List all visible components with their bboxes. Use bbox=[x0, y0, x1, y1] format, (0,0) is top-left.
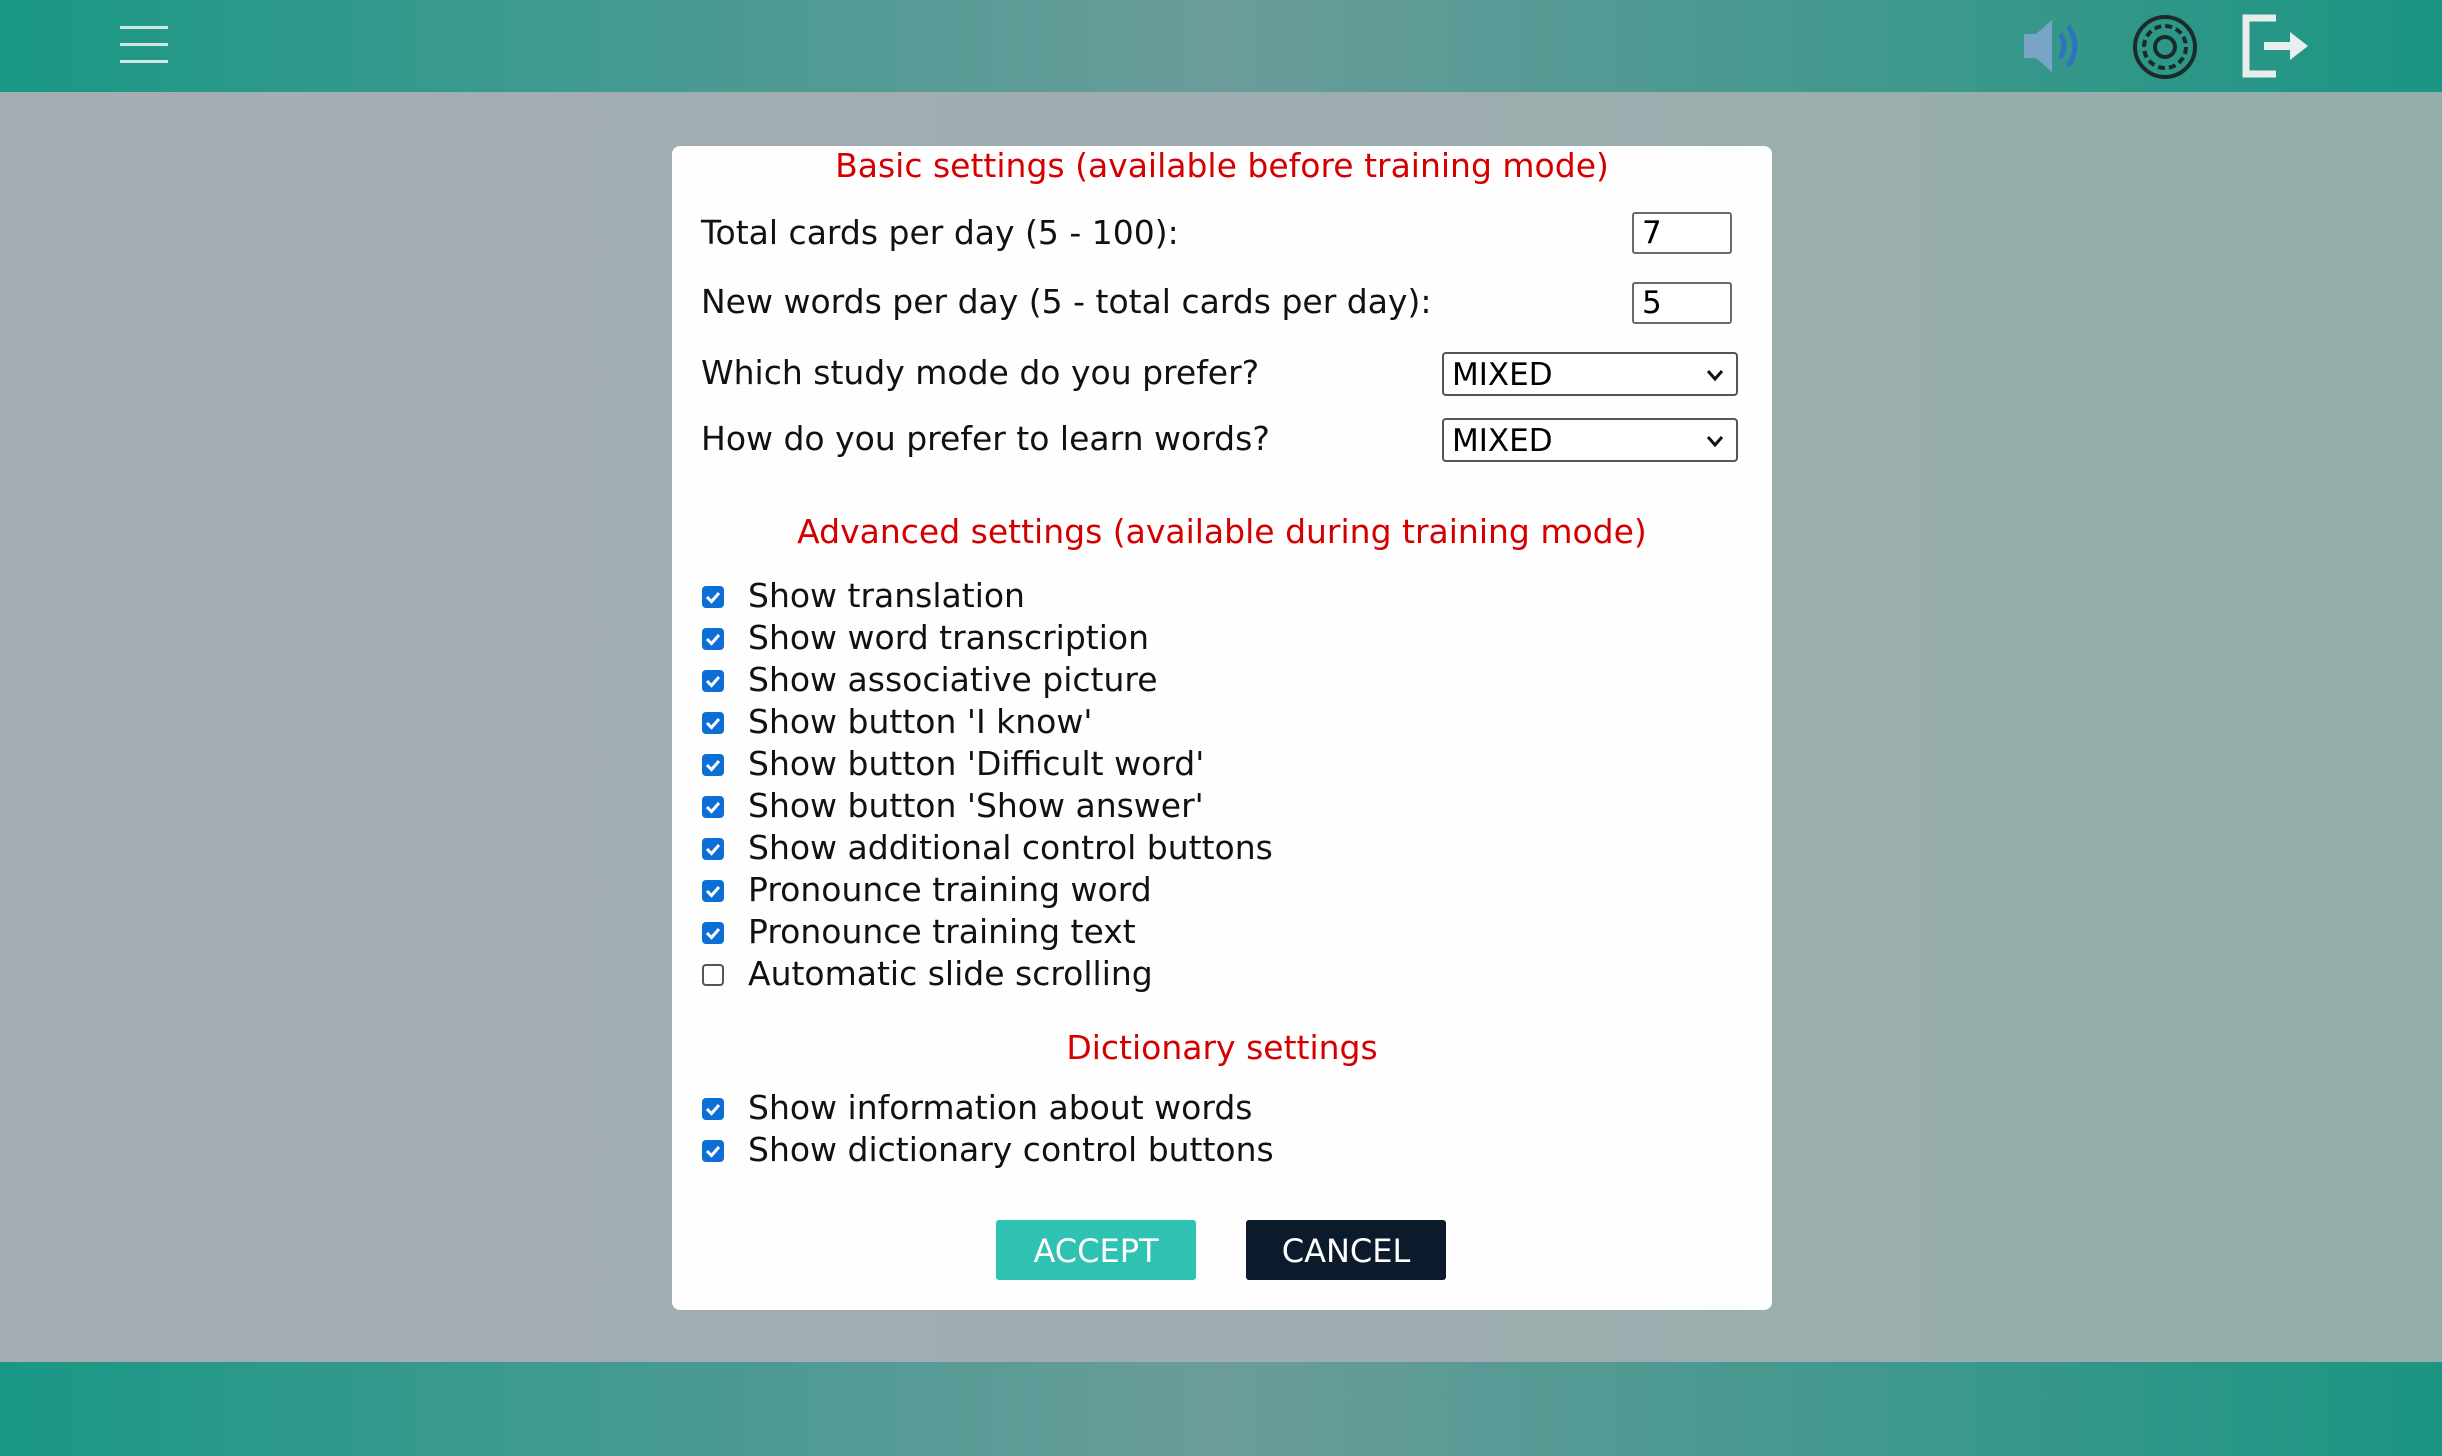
checkbox-label: Show button 'I know' bbox=[748, 702, 1093, 741]
learn-words-label: How do you prefer to learn words? bbox=[701, 419, 1270, 458]
learn-words-select[interactable]: MIXED bbox=[1442, 418, 1738, 462]
checkbox-label: Show button 'Show answer' bbox=[748, 786, 1204, 825]
hamburger-menu-icon[interactable] bbox=[116, 20, 172, 70]
checkmark-icon bbox=[705, 1104, 721, 1116]
checkmark-icon bbox=[705, 1146, 721, 1158]
checkmark-icon bbox=[705, 802, 721, 814]
checkbox-label: Automatic slide scrolling bbox=[748, 954, 1153, 993]
checkbox-checked[interactable] bbox=[702, 670, 724, 692]
checkbox-checked[interactable] bbox=[702, 922, 724, 944]
basic-settings-title: Basic settings (available before trainin… bbox=[835, 146, 1609, 185]
study-mode-label: Which study mode do you prefer? bbox=[701, 353, 1260, 392]
checkbox-checked[interactable] bbox=[702, 1140, 724, 1162]
checkbox-label: Show additional control buttons bbox=[748, 828, 1273, 867]
learn-words-value: MIXED bbox=[1452, 423, 1553, 459]
checkbox-unchecked[interactable] bbox=[702, 964, 724, 986]
gear-icon[interactable] bbox=[2130, 12, 2200, 82]
checkbox-checked[interactable] bbox=[702, 838, 724, 860]
new-words-input[interactable] bbox=[1632, 282, 1732, 324]
advanced-settings-title: Advanced settings (available during trai… bbox=[797, 512, 1647, 551]
checkbox-checked[interactable] bbox=[702, 754, 724, 776]
accept-button[interactable]: ACCEPT bbox=[996, 1220, 1196, 1280]
checkbox-checked[interactable] bbox=[702, 586, 724, 608]
logout-icon[interactable] bbox=[2240, 12, 2312, 80]
cancel-button[interactable]: CANCEL bbox=[1246, 1220, 1446, 1280]
checkbox-checked[interactable] bbox=[702, 1098, 724, 1120]
checkmark-icon bbox=[705, 844, 721, 856]
checkbox-label: Show word transcription bbox=[748, 618, 1150, 657]
total-cards-input[interactable] bbox=[1632, 212, 1732, 254]
checkmark-icon bbox=[705, 676, 721, 688]
settings-dialog: Basic settings (available before trainin… bbox=[672, 146, 1772, 1310]
checkmark-icon bbox=[705, 760, 721, 772]
checkbox-label: Show dictionary control buttons bbox=[748, 1130, 1274, 1169]
total-cards-label: Total cards per day (5 - 100): bbox=[701, 213, 1179, 252]
checkbox-label: Show associative picture bbox=[748, 660, 1158, 699]
study-mode-select[interactable]: MIXED bbox=[1442, 352, 1738, 396]
chevron-down-icon bbox=[1706, 370, 1724, 382]
checkbox-label: Pronounce training text bbox=[748, 912, 1136, 951]
checkmark-icon bbox=[705, 634, 721, 646]
checkbox-checked[interactable] bbox=[702, 880, 724, 902]
chevron-down-icon bbox=[1706, 436, 1724, 448]
checkbox-label: Pronounce training word bbox=[748, 870, 1152, 909]
checkbox-checked[interactable] bbox=[702, 628, 724, 650]
checkmark-icon bbox=[705, 718, 721, 730]
bottom-bar bbox=[0, 1362, 2442, 1456]
speaker-icon[interactable] bbox=[2018, 14, 2090, 78]
top-bar bbox=[0, 0, 2442, 92]
checkmark-icon bbox=[705, 928, 721, 940]
checkbox-label: Show button 'Difficult word' bbox=[748, 744, 1205, 783]
checkmark-icon bbox=[705, 592, 721, 604]
checkbox-checked[interactable] bbox=[702, 712, 724, 734]
dictionary-settings-title: Dictionary settings bbox=[1066, 1028, 1378, 1067]
checkmark-icon bbox=[705, 886, 721, 898]
checkbox-checked[interactable] bbox=[702, 796, 724, 818]
checkbox-label: Show translation bbox=[748, 576, 1025, 615]
new-words-label: New words per day (5 - total cards per d… bbox=[701, 282, 1432, 321]
checkbox-label: Show information about words bbox=[748, 1088, 1253, 1127]
study-mode-value: MIXED bbox=[1452, 357, 1553, 393]
